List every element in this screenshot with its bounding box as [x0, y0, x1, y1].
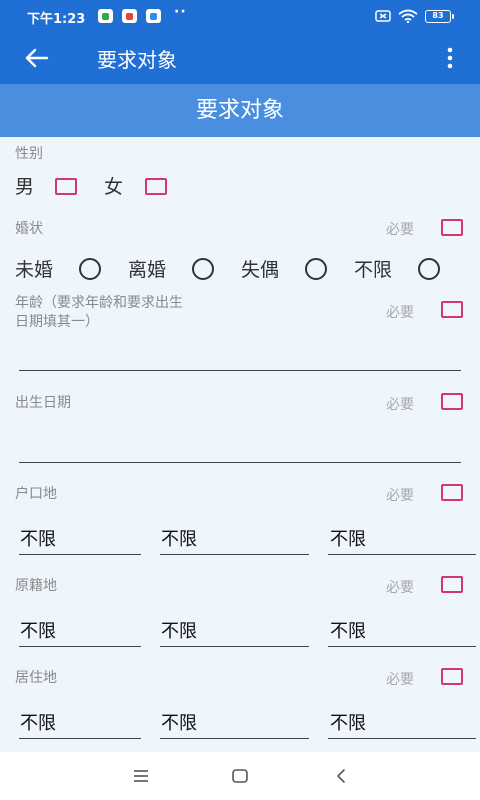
native-city-select[interactable]: 不限 — [161, 621, 197, 643]
gender-female-checkbox[interactable] — [145, 178, 167, 195]
hukou-province-underline — [19, 554, 141, 555]
marital-option-radio[interactable] — [305, 258, 327, 280]
age-required-checkbox[interactable] — [441, 301, 463, 318]
residence-required-label: 必要 — [386, 672, 414, 688]
status-time: 下午1:23 — [27, 12, 86, 27]
app-bar: 要求对象 — [0, 32, 480, 84]
gender-male-checkbox[interactable] — [55, 178, 77, 195]
age-required-label: 必要 — [386, 305, 414, 321]
sim-card-icon — [375, 10, 391, 22]
hukou-required-checkbox[interactable] — [441, 484, 463, 501]
gender-male-label: 男 — [15, 176, 35, 198]
native-district-select[interactable]: 不限 — [330, 621, 366, 643]
marital-option-label: 失偶 — [241, 259, 280, 281]
residence-required-checkbox[interactable] — [441, 668, 463, 685]
native-required-checkbox[interactable] — [441, 576, 463, 593]
wifi-icon — [398, 9, 418, 23]
marital-option-label: 不限 — [354, 259, 393, 281]
native-required-label: 必要 — [386, 580, 414, 596]
shield-notification-icon — [98, 9, 113, 23]
hukou-city-select[interactable]: 不限 — [161, 529, 197, 551]
residence-district-select[interactable]: 不限 — [330, 713, 366, 735]
form-content: 性别 男 女 婚状 必要 未婚 离婚 失偶 不限 年龄（要求年龄和要求出生 日期… — [0, 137, 480, 752]
marital-option-radio[interactable] — [79, 258, 101, 280]
native-province-underline — [19, 646, 141, 647]
residence-label: 居住地 — [15, 670, 57, 686]
residence-city-underline — [160, 738, 309, 739]
marital-required-label: 必要 — [386, 222, 414, 238]
status-bar: 下午1:23 ·· 83 — [0, 0, 480, 32]
native-city-underline — [160, 646, 309, 647]
marital-option-label: 未婚 — [15, 259, 54, 281]
hukou-required-label: 必要 — [386, 488, 414, 504]
hukou-district-underline — [328, 554, 476, 555]
marital-option-radio[interactable] — [192, 258, 214, 280]
age-label-line2: 日期填其一） — [15, 314, 99, 330]
birth-date-required-checkbox[interactable] — [441, 393, 463, 410]
section-header: 要求对象 — [0, 84, 480, 137]
residence-city-select[interactable]: 不限 — [161, 713, 197, 735]
more-notifications-icon: ·· — [174, 4, 187, 20]
marital-option-label: 离婚 — [128, 259, 167, 281]
marital-option-radio[interactable] — [418, 258, 440, 280]
residence-province-underline — [19, 738, 141, 739]
marital-label: 婚状 — [15, 221, 43, 237]
page-title: 要求对象 — [97, 48, 177, 72]
gender-female-label: 女 — [104, 176, 124, 198]
native-label: 原籍地 — [15, 578, 57, 594]
hukou-district-select[interactable]: 不限 — [330, 529, 366, 551]
hukou-label: 户口地 — [15, 486, 57, 502]
birth-date-input[interactable] — [19, 436, 461, 460]
battery-icon: 83 — [425, 10, 454, 23]
gender-label: 性别 — [15, 146, 43, 162]
system-nav-bar — [0, 752, 480, 800]
chat-notification-icon — [146, 9, 161, 23]
native-district-underline — [328, 646, 476, 647]
residence-district-underline — [328, 738, 476, 739]
hukou-city-underline — [160, 554, 309, 555]
age-input[interactable] — [19, 344, 461, 368]
more-vertical-icon[interactable] — [440, 44, 460, 72]
birth-date-input-underline — [19, 462, 461, 463]
video-notification-icon — [122, 9, 137, 23]
marital-required-checkbox[interactable] — [441, 219, 463, 236]
age-input-underline — [19, 370, 461, 371]
home-icon[interactable] — [230, 766, 250, 786]
hukou-province-select[interactable]: 不限 — [20, 529, 56, 551]
back-nav-icon[interactable] — [331, 766, 351, 786]
arrow-left-icon[interactable] — [22, 43, 52, 73]
age-label-line1: 年龄（要求年龄和要求出生 — [15, 295, 183, 311]
native-province-select[interactable]: 不限 — [20, 621, 56, 643]
birth-date-required-label: 必要 — [386, 397, 414, 413]
residence-province-select[interactable]: 不限 — [20, 713, 56, 735]
birth-date-label: 出生日期 — [15, 395, 71, 411]
recent-apps-icon[interactable] — [131, 766, 151, 786]
